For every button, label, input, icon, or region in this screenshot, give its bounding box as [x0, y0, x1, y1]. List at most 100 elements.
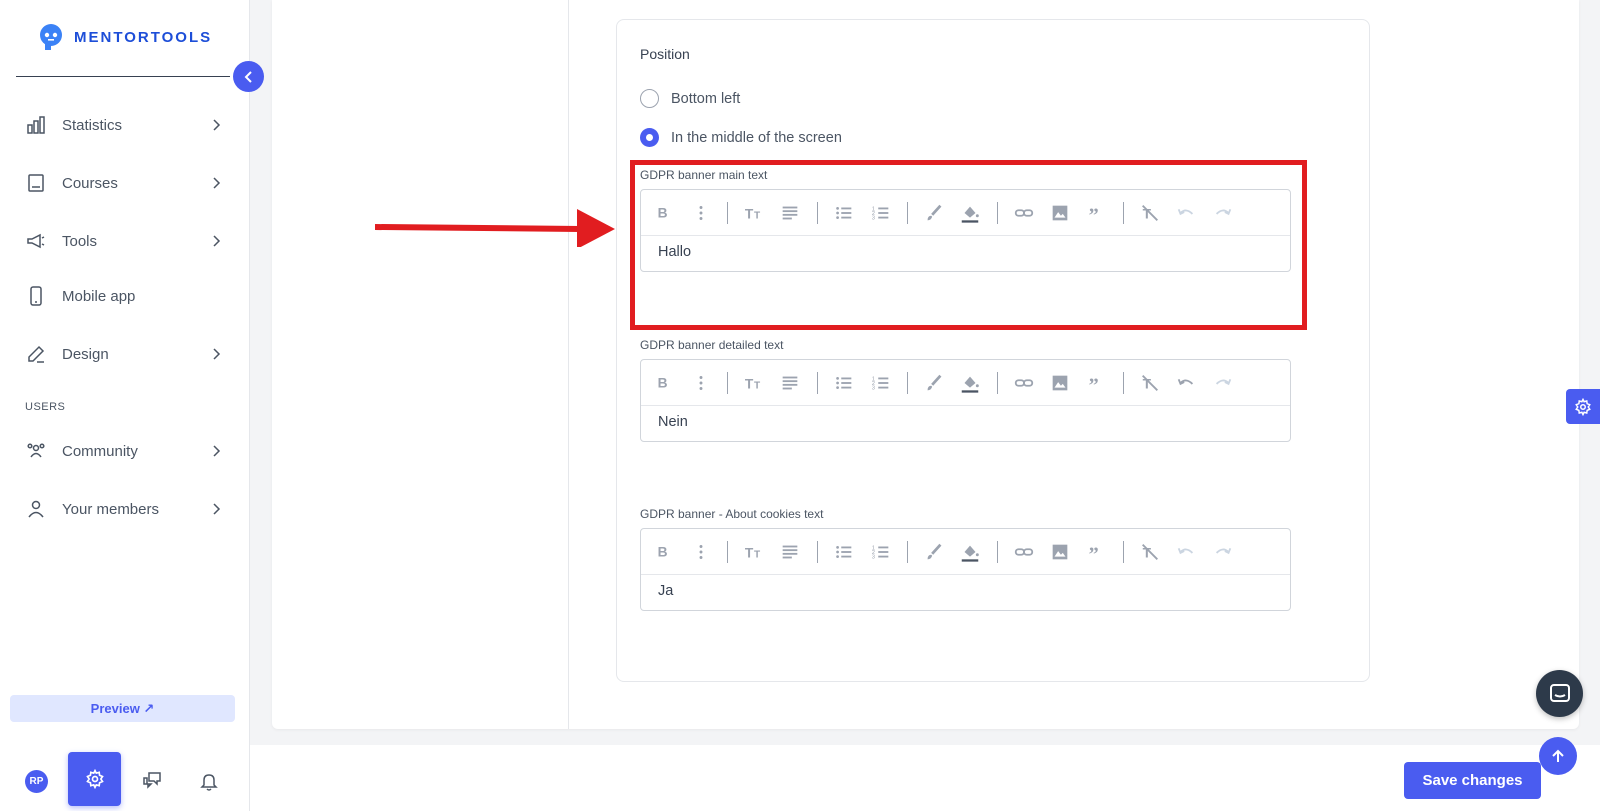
- scroll-to-top-button[interactable]: [1539, 737, 1577, 775]
- sidebar-item-your-members[interactable]: Your members: [24, 493, 224, 525]
- logo-text: MENTORTOOLS: [74, 28, 213, 46]
- bold-button[interactable]: B: [653, 201, 677, 225]
- fill-color-button[interactable]: [958, 540, 982, 564]
- redo-button[interactable]: [1211, 540, 1235, 564]
- link-button[interactable]: [1012, 371, 1036, 395]
- align-button[interactable]: [778, 201, 802, 225]
- radio-bottom-left[interactable]: Bottom left: [640, 89, 740, 108]
- clear-format-button[interactable]: T: [1138, 371, 1162, 395]
- brush-icon: [927, 543, 942, 560]
- editor-content[interactable]: Nein: [658, 414, 688, 430]
- font-size-icon: TT: [745, 546, 761, 561]
- fill-color-button[interactable]: [958, 201, 982, 225]
- notifications-button[interactable]: [196, 768, 222, 794]
- chat-bubbles-icon: [143, 772, 161, 789]
- toolbar-separator: [817, 541, 818, 563]
- font-size-button[interactable]: TT: [742, 201, 766, 225]
- numbered-list-button[interactable]: 123: [869, 201, 893, 225]
- edit-icon: [24, 342, 48, 366]
- brush-button[interactable]: [922, 540, 946, 564]
- link-button[interactable]: [1012, 201, 1036, 225]
- fill-color-button[interactable]: [958, 371, 982, 395]
- align-button[interactable]: [778, 540, 802, 564]
- bold-button[interactable]: B: [653, 540, 677, 564]
- numbered-list-button[interactable]: 123: [869, 540, 893, 564]
- avatar[interactable]: RP: [25, 770, 48, 793]
- undo-button[interactable]: [1174, 371, 1198, 395]
- undo-button[interactable]: [1174, 201, 1198, 225]
- logo[interactable]: MENTORTOOLS: [36, 22, 212, 52]
- numbered-list-icon: 123: [872, 376, 889, 391]
- svg-text:B: B: [658, 376, 668, 391]
- more-vertical-button[interactable]: [689, 371, 713, 395]
- save-changes-button[interactable]: Save changes: [1404, 762, 1541, 799]
- svg-text:”: ”: [1089, 204, 1099, 224]
- link-button[interactable]: [1012, 540, 1036, 564]
- toolbar-separator: [817, 202, 818, 224]
- radio-circle-checked[interactable]: [640, 128, 659, 147]
- image-button[interactable]: [1048, 201, 1072, 225]
- font-size-button[interactable]: TT: [742, 540, 766, 564]
- editor-toolbar: B T T 1 2 3 ” T: [641, 360, 1290, 406]
- sidebar-item-community[interactable]: Community: [24, 435, 224, 467]
- more-vertical-button[interactable]: [689, 540, 713, 564]
- editor-about-cookies-text[interactable]: B T T 1 2 3 ” T Ja: [640, 528, 1291, 611]
- annotation-arrow-icon: [375, 209, 615, 247]
- editor-content[interactable]: Hallo: [658, 244, 691, 260]
- quote-button[interactable]: ”: [1084, 201, 1108, 225]
- bullet-list-button[interactable]: [832, 371, 856, 395]
- align-icon: [782, 206, 798, 220]
- bold-button[interactable]: B: [653, 371, 677, 395]
- chevron-right-icon: [208, 346, 224, 362]
- svg-text:”: ”: [1089, 374, 1099, 394]
- image-icon: [1052, 375, 1068, 391]
- settings-button[interactable]: [68, 752, 121, 806]
- clear-format-button[interactable]: T: [1138, 201, 1162, 225]
- brush-icon: [927, 204, 942, 221]
- preview-button[interactable]: Preview ↗: [10, 695, 235, 722]
- svg-text:T: T: [754, 211, 761, 222]
- align-button[interactable]: [778, 371, 802, 395]
- undo-button[interactable]: [1174, 540, 1198, 564]
- sidebar-item-design[interactable]: Design: [24, 338, 224, 370]
- sidebar-item-label: Design: [62, 345, 109, 363]
- undo-icon: [1177, 378, 1194, 386]
- radio-circle[interactable]: [640, 89, 659, 108]
- svg-text:T: T: [745, 377, 754, 392]
- sidebar-item-tools[interactable]: Tools: [24, 225, 224, 257]
- brush-button[interactable]: [922, 201, 946, 225]
- bold-icon: B: [658, 206, 668, 221]
- radio-label: Bottom left: [671, 90, 741, 107]
- numbered-list-button[interactable]: 123: [869, 371, 893, 395]
- more-vertical-button[interactable]: [689, 201, 713, 225]
- floating-settings-button[interactable]: [1566, 389, 1600, 424]
- clear-format-button[interactable]: T: [1138, 540, 1162, 564]
- chat-bubbles-button[interactable]: [139, 768, 165, 794]
- support-chat-button[interactable]: [1536, 670, 1583, 717]
- collapse-sidebar-button[interactable]: [233, 61, 264, 92]
- sidebar-item-mobile-app[interactable]: Mobile app: [24, 280, 224, 312]
- redo-button[interactable]: [1211, 201, 1235, 225]
- redo-button[interactable]: [1211, 371, 1235, 395]
- quote-button[interactable]: ”: [1084, 371, 1108, 395]
- sidebar-item-statistics[interactable]: Statistics: [24, 109, 224, 141]
- bullet-list-button[interactable]: [832, 540, 856, 564]
- book-icon: [24, 171, 48, 195]
- chevron-right-icon: [208, 501, 224, 517]
- brush-button[interactable]: [922, 371, 946, 395]
- font-size-button[interactable]: TT: [742, 371, 766, 395]
- quote-button[interactable]: ”: [1084, 540, 1108, 564]
- align-icon: [782, 545, 798, 559]
- sidebar-item-courses[interactable]: Courses: [24, 167, 224, 199]
- toolbar-separator: [1123, 541, 1124, 563]
- editor-content[interactable]: Ja: [658, 583, 673, 599]
- image-button[interactable]: [1048, 540, 1072, 564]
- editor-detailed-text[interactable]: B T T 1 2 3 ” T Nein: [640, 359, 1291, 442]
- clear-format-icon: T: [1142, 544, 1158, 561]
- sidebar-item-label: Community: [62, 442, 138, 460]
- bullet-list-button[interactable]: [832, 201, 856, 225]
- radio-middle-of-screen[interactable]: In the middle of the screen: [640, 128, 842, 147]
- svg-text:3: 3: [872, 215, 875, 221]
- editor-main-text[interactable]: B T T 1 2 3 ” T Hallo: [640, 189, 1291, 272]
- image-button[interactable]: [1048, 371, 1072, 395]
